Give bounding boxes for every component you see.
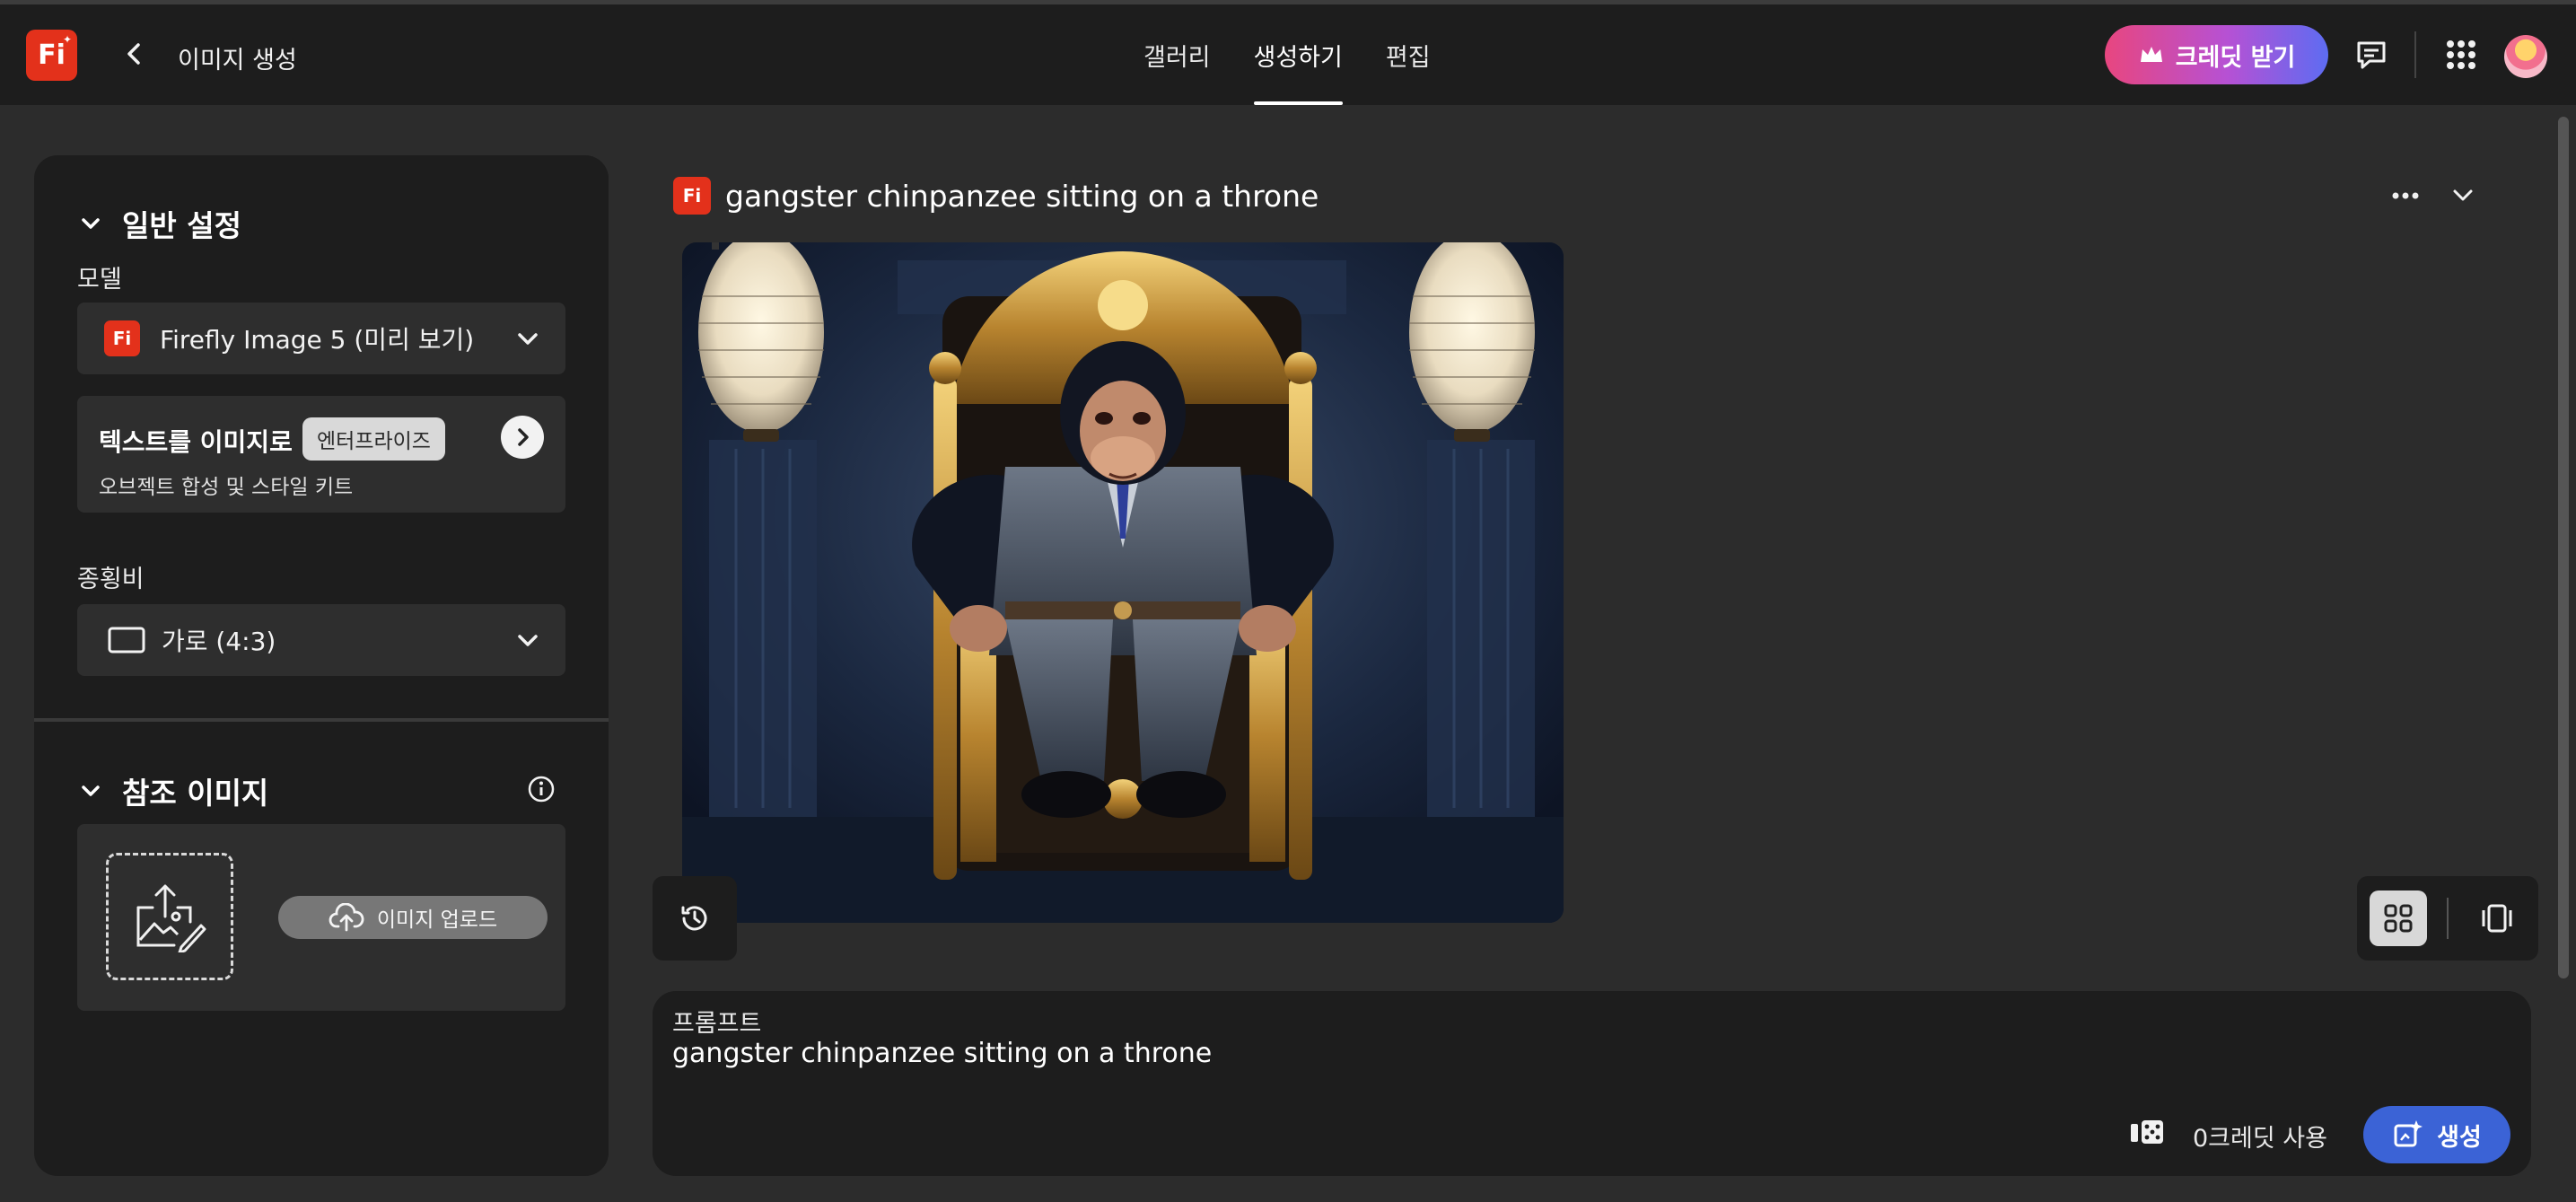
reference-drop-zone[interactable] [106, 853, 233, 980]
info-icon[interactable] [527, 775, 556, 803]
image-upload-icon [136, 884, 206, 952]
main-nav: 갤러리 생성하기 편집 [1122, 4, 1452, 105]
page-title: 이미지 생성 [178, 47, 297, 75]
aspect-ratio-label: 종횡비 [77, 566, 145, 593]
avatar[interactable] [2504, 35, 2547, 78]
crown-icon [2140, 47, 2162, 62]
generate-button[interactable]: 생성 [2363, 1106, 2510, 1163]
chat-icon[interactable] [2352, 35, 2391, 75]
cloud-upload-icon [329, 903, 364, 932]
prompt-panel: 프롬프트 gangster chinpanzee sitting on a th… [653, 991, 2531, 1176]
text-to-image-card[interactable]: 텍스트를 이미지로 엔터프라이즈 오브젝트 합성 및 스타일 키트 [77, 396, 565, 513]
chevron-down-icon [518, 333, 538, 345]
reference-image-panel: 이미지 업로드 [77, 824, 565, 1011]
tab-edit[interactable]: 편집 [1364, 4, 1452, 105]
generate-icon [2394, 1120, 2423, 1147]
firefly-badge-icon: Fi [673, 177, 711, 215]
general-settings-title: 일반 설정 [122, 208, 241, 243]
model-select-value: Firefly Image 5 (미리 보기) [160, 325, 475, 355]
view-toggle-divider [2447, 898, 2449, 939]
firefly-model-icon: Fi [104, 320, 140, 356]
sidebar-divider [34, 718, 609, 722]
app-header: Fi ✦ 이미지 생성 갤러리 생성하기 편집 크레딧 받기 [0, 4, 2576, 105]
chevron-down-icon[interactable] [2445, 180, 2481, 212]
logo-text: Fi [38, 39, 66, 71]
scrollbar-thumb[interactable] [2558, 117, 2569, 978]
back-icon[interactable] [118, 38, 151, 70]
history-icon [681, 906, 707, 931]
chevron-right-icon[interactable] [501, 416, 544, 459]
page-scrollbar[interactable] [2558, 117, 2569, 1176]
aspect-ratio-select[interactable]: 가로 (4:3) [77, 604, 565, 676]
header-divider [2414, 31, 2416, 78]
upload-image-button[interactable]: 이미지 업로드 [278, 896, 548, 939]
landscape-ratio-icon [108, 627, 145, 654]
single-view-icon[interactable] [2468, 891, 2526, 946]
sparkle-icon: ✦ [62, 33, 72, 46]
model-select[interactable]: Fi Firefly Image 5 (미리 보기) [77, 303, 565, 374]
generate-label: 생성 [2437, 1123, 2482, 1152]
more-options-icon[interactable] [2388, 180, 2423, 212]
get-credits-button[interactable]: 크레딧 받기 [2105, 25, 2328, 84]
chevron-down-icon [82, 218, 100, 229]
aspect-ratio-value: 가로 (4:3) [162, 627, 276, 656]
reference-image-header[interactable]: 참조 이미지 [79, 769, 268, 812]
text-to-image-subtitle: 오브젝트 합성 및 스타일 키트 [99, 476, 354, 499]
history-button[interactable] [653, 876, 737, 961]
apps-grid-icon[interactable] [2441, 35, 2481, 75]
enterprise-badge: 엔터프라이즈 [302, 417, 445, 461]
upload-image-label: 이미지 업로드 [376, 908, 498, 932]
generated-image[interactable] [682, 242, 1564, 923]
credit-cost-text: 0크레딧 사용 [2193, 1125, 2327, 1153]
firefly-logo[interactable]: Fi ✦ [26, 30, 77, 81]
tab-generate[interactable]: 생성하기 [1232, 4, 1364, 105]
model-label: 모델 [77, 266, 122, 294]
settings-sidebar: 일반 설정 모델 Fi Firefly Image 5 (미리 보기) 텍스트를… [34, 155, 609, 1176]
dice-icon[interactable] [2129, 1117, 2165, 1147]
chevron-down-icon [518, 635, 538, 646]
grid-view-icon[interactable] [2370, 891, 2427, 946]
general-settings-header[interactable]: 일반 설정 [79, 202, 241, 245]
generation-title: gangster chinpanzee sitting on a throne [725, 178, 1319, 214]
text-to-image-title: 텍스트를 이미지로 [99, 427, 293, 457]
generation-header: Fi gangster chinpanzee sitting on a thro… [673, 175, 1319, 216]
prompt-input[interactable]: gangster chinpanzee sitting on a throne [672, 1038, 1212, 1069]
view-toggle [2357, 876, 2538, 961]
tab-gallery[interactable]: 갤러리 [1122, 4, 1232, 105]
chevron-down-icon [82, 785, 100, 796]
reference-image-title: 참조 이미지 [122, 776, 269, 811]
get-credits-label: 크레딧 받기 [2175, 43, 2296, 72]
prompt-label: 프롬프트 [672, 1010, 762, 1038]
